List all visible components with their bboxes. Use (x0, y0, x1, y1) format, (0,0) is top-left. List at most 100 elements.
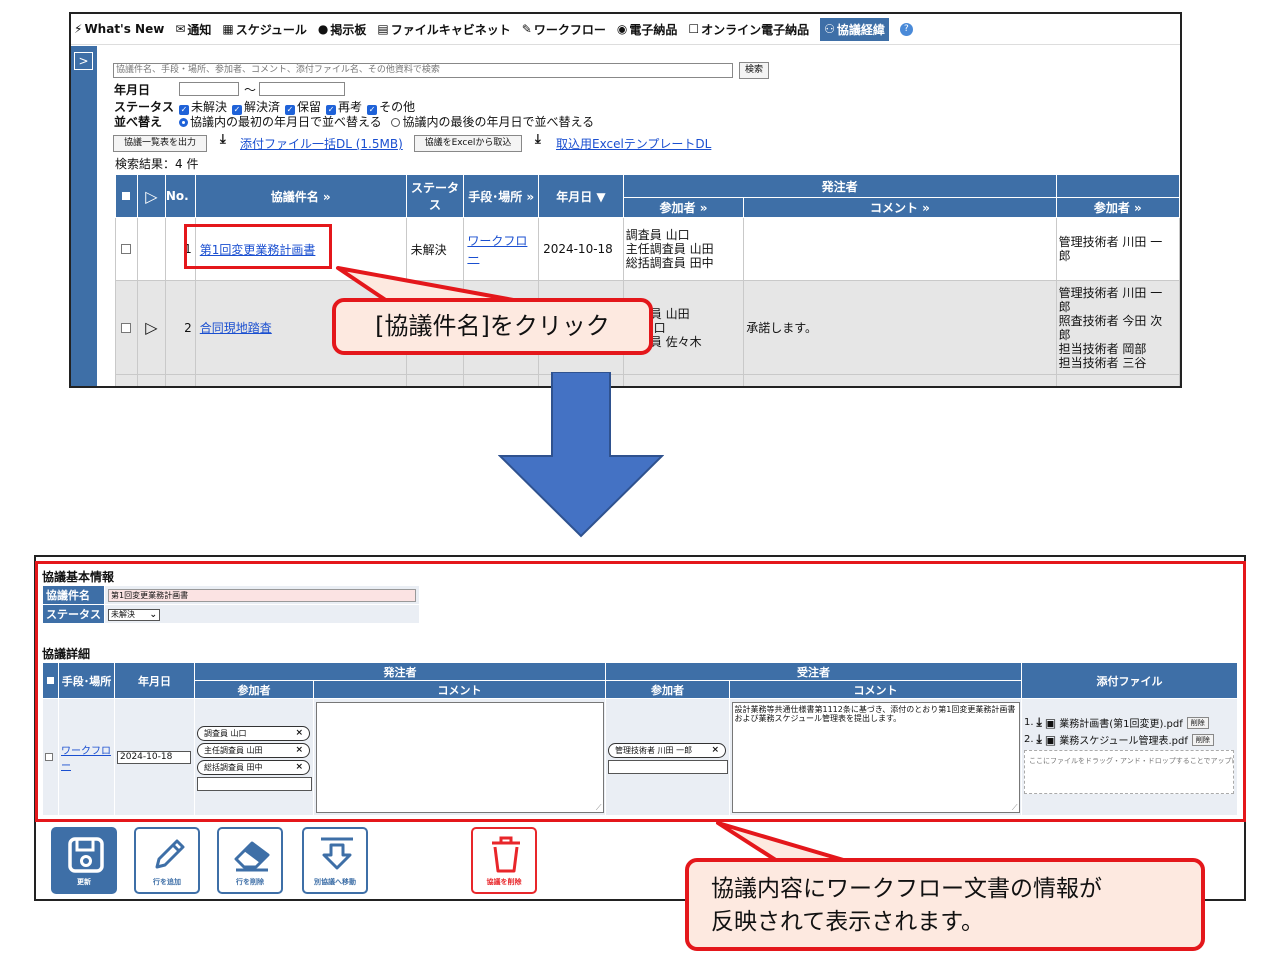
row-cell (194, 374, 407, 386)
row-cell (743, 374, 1057, 386)
button-label: 更新 (77, 878, 91, 886)
save-icon (68, 837, 104, 873)
pencil-icon (155, 839, 185, 869)
radio-icon (391, 118, 401, 127)
export-list-button[interactable]: 協議一覧表を出力 (113, 135, 207, 152)
col-contractor (1055, 174, 1180, 198)
participant: 調査員 山口 (625, 228, 690, 242)
participant: 管理技術者 川田 一 (1058, 235, 1163, 249)
row-select[interactable] (115, 280, 138, 375)
col-means[interactable]: 手段･場所 » (463, 174, 540, 218)
participant: 担当技術者 岡部 (1058, 341, 1147, 356)
row-participants: 調査員 山口 主任調査員 山田 総括調査員 田中 (622, 217, 745, 281)
template-download-link[interactable]: 取込用ExcelテンプレートDL (556, 135, 711, 152)
bulk-download-link[interactable]: 添付ファイル一括DL (1.5MB) (240, 135, 403, 152)
download-icon: ⤓ (220, 132, 226, 147)
menu-consultation-history[interactable]: ⚇ 協議経緯 (820, 17, 889, 41)
row-expand-icon[interactable]: ▷ (136, 280, 166, 375)
search-input[interactable]: 協議件名、手段・場所、参加者、コメント、添付ファイル名、その他資料で検索 (113, 63, 733, 78)
menu-label: 協議経緯 (836, 22, 885, 37)
participant: 担当技術者 三谷 (1058, 355, 1147, 370)
participant: 照査技術者 今田 次 (1058, 313, 1163, 328)
people-icon: ⚇ (824, 22, 835, 36)
menu-whats-new[interactable]: ⚡ What's New (74, 22, 164, 36)
sort-options: 協議内の最初の年月日で並べ替える 協議内の最後の年月日で並べ替える (179, 113, 594, 130)
col-comment[interactable]: コメント » (743, 197, 1057, 218)
search-button[interactable]: 検索 (739, 62, 769, 79)
delete-consultation-button[interactable]: 協議を削除 (471, 827, 537, 894)
col-date[interactable]: 年月日 ▼ (538, 174, 624, 218)
trash-icon (492, 836, 520, 873)
consultation-title-link[interactable]: 合同現地踏査 (200, 321, 272, 335)
col-orderer: 発注者 (622, 174, 1057, 198)
row-cell (115, 374, 138, 386)
cabinet-icon: ▤ (377, 22, 389, 36)
sidebar: > (71, 46, 97, 386)
add-row-button[interactable]: 行を追加 (134, 827, 200, 894)
menu-e-delivery[interactable]: ◉ 電子納品 (617, 21, 678, 38)
calendar-icon: ▦ (222, 22, 234, 36)
row-cell (136, 374, 166, 386)
row-cell (164, 374, 196, 386)
edit-icon: ✎ (521, 22, 532, 36)
help-icon[interactable]: ? (899, 22, 913, 36)
participant: 郎 (1058, 249, 1071, 263)
col-status: ステータス (405, 174, 465, 218)
date-separator: ～ (244, 83, 257, 97)
update-button[interactable]: 更新 (51, 827, 117, 894)
title-highlight (184, 224, 332, 269)
bolt-icon: ⚡ (74, 22, 83, 36)
row-no: 2 (164, 280, 196, 375)
row-cell (1055, 374, 1180, 386)
means-link[interactable]: ワークフロー (467, 234, 527, 265)
check-label: 再考 (338, 100, 363, 114)
menu-label: 掲示板 (330, 22, 367, 37)
row-select[interactable] (115, 217, 138, 281)
move-to-other-button[interactable]: 別協議へ移動 (302, 827, 368, 894)
menu-label: ファイルキャビネット (390, 22, 511, 37)
participant: 郎 (1058, 327, 1071, 342)
square-icon: ☐ (688, 22, 700, 36)
check-label: 未解決 (191, 100, 228, 114)
select-all-header[interactable] (115, 174, 138, 218)
sort-by-last-date[interactable]: 協議内の最後の年月日で並べ替える (391, 115, 594, 129)
participant: 総括調査員 田中 (625, 256, 714, 270)
select-all-checkbox[interactable] (122, 192, 131, 200)
expand-sidebar-icon[interactable]: > (74, 52, 93, 70)
button-label: 行を削除 (236, 878, 264, 886)
menu-online-e-delivery[interactable]: ☐ オンライン電子納品 (688, 21, 809, 38)
down-arrow-icon (498, 372, 664, 538)
target-icon: ◉ (616, 22, 628, 36)
menu-file-cabinet[interactable]: ▤ ファイルキャビネット (377, 21, 510, 38)
col-title[interactable]: 協議件名 » (194, 174, 407, 218)
menu-notice[interactable]: ✉ 通知 (175, 21, 211, 38)
import-excel-button[interactable]: 協議をExcelから取込 (414, 135, 522, 152)
sort-by-first-date[interactable]: 協議内の最初の年月日で並べ替える (179, 115, 382, 129)
chat-icon: ● (317, 22, 329, 36)
participant: 郎 (1058, 299, 1071, 314)
callout-click-title: [協議件名]をクリック (332, 298, 653, 355)
menu-label: 電子納品 (629, 22, 678, 37)
row-cell (405, 374, 465, 386)
consultation-list-table: ▷ No. 協議件名 » ステータス 手段･場所 » 年月日 ▼ 発注者 参加者… (115, 174, 1180, 386)
col-participants[interactable]: 参加者 » (622, 197, 745, 218)
menu-label: オンライン電子納品 (701, 22, 810, 37)
sort-label: 並べ替え (114, 115, 163, 129)
row-comment: 承諾します。 (743, 280, 1057, 375)
date-from-input[interactable] (179, 82, 239, 96)
row-checkbox[interactable] (121, 244, 132, 254)
move-down-icon (321, 837, 353, 870)
date-to-input[interactable] (259, 82, 345, 96)
delete-row-button[interactable]: 行を削除 (217, 827, 283, 894)
expand-all-icon[interactable]: ▷ (136, 174, 166, 218)
row-checkbox[interactable] (121, 322, 132, 333)
menu-workflow[interactable]: ✎ ワークフロー (522, 21, 606, 38)
col-contractor-participants[interactable]: 参加者 » (1055, 197, 1180, 218)
menu-schedule[interactable]: ▦ スケジュール (222, 21, 307, 38)
radio-selected-icon (179, 118, 188, 127)
menu-bulletin[interactable]: ● 掲示板 (318, 21, 367, 38)
eraser-icon (234, 841, 270, 872)
participant: 主任調査員 山田 (625, 242, 714, 256)
button-label: 協議を削除 (486, 878, 522, 886)
check-label: その他 (379, 100, 416, 114)
